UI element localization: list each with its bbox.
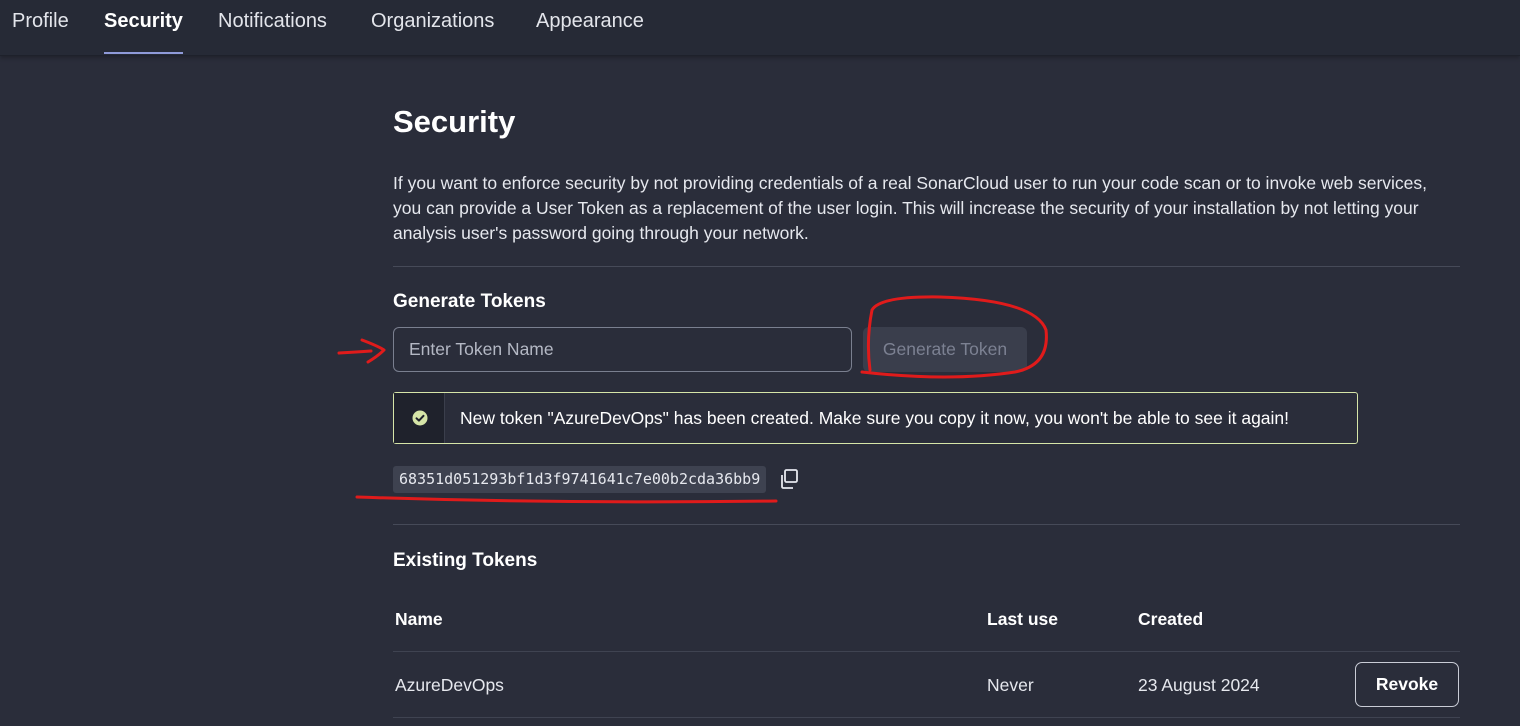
- check-circle-icon: [412, 410, 428, 426]
- tab-security[interactable]: Security: [104, 0, 183, 55]
- token-last-use-cell: Never: [987, 675, 1034, 695]
- page-title: Security: [393, 104, 516, 139]
- annotation-arrow: [337, 338, 386, 364]
- annotation-underline: [355, 495, 778, 504]
- tab-profile[interactable]: Profile: [12, 0, 69, 55]
- new-token-value[interactable]: 68351d051293bf1d3f9741641c7e00b2cda36bb9: [393, 466, 767, 493]
- column-header-created: Created: [1138, 609, 1204, 629]
- table-row-separator: [393, 651, 1460, 652]
- copy-icon: [781, 469, 798, 489]
- token-created-alert: New token "AzureDevOps" has been created…: [393, 392, 1358, 444]
- tab-notifications[interactable]: Notifications: [218, 0, 327, 55]
- generate-token-button[interactable]: Generate Token: [863, 327, 1027, 372]
- section-divider: [393, 266, 1460, 267]
- section-divider: [393, 524, 1460, 525]
- column-header-name: Name: [395, 609, 443, 629]
- token-created-cell: 23 August 2024: [1138, 675, 1260, 695]
- existing-tokens-heading: Existing Tokens: [393, 550, 538, 571]
- token-name-cell: AzureDevOps: [395, 675, 504, 695]
- token-name-input[interactable]: [393, 327, 852, 372]
- tab-organizations[interactable]: Organizations: [371, 0, 494, 55]
- account-nav-bar: Profile Security Notifications Organizat…: [0, 0, 1520, 56]
- alert-icon-container: [394, 393, 445, 443]
- alert-message: New token "AzureDevOps" has been created…: [460, 408, 1290, 428]
- revoke-token-button[interactable]: Revoke: [1355, 662, 1459, 707]
- generate-tokens-heading: Generate Tokens: [393, 291, 546, 312]
- tab-appearance[interactable]: Appearance: [536, 0, 644, 55]
- table-row-separator: [393, 717, 1460, 718]
- column-header-last-use: Last use: [987, 609, 1058, 629]
- security-description: If you want to enforce security by not p…: [393, 173, 1428, 243]
- copy-token-button[interactable]: [777, 467, 801, 491]
